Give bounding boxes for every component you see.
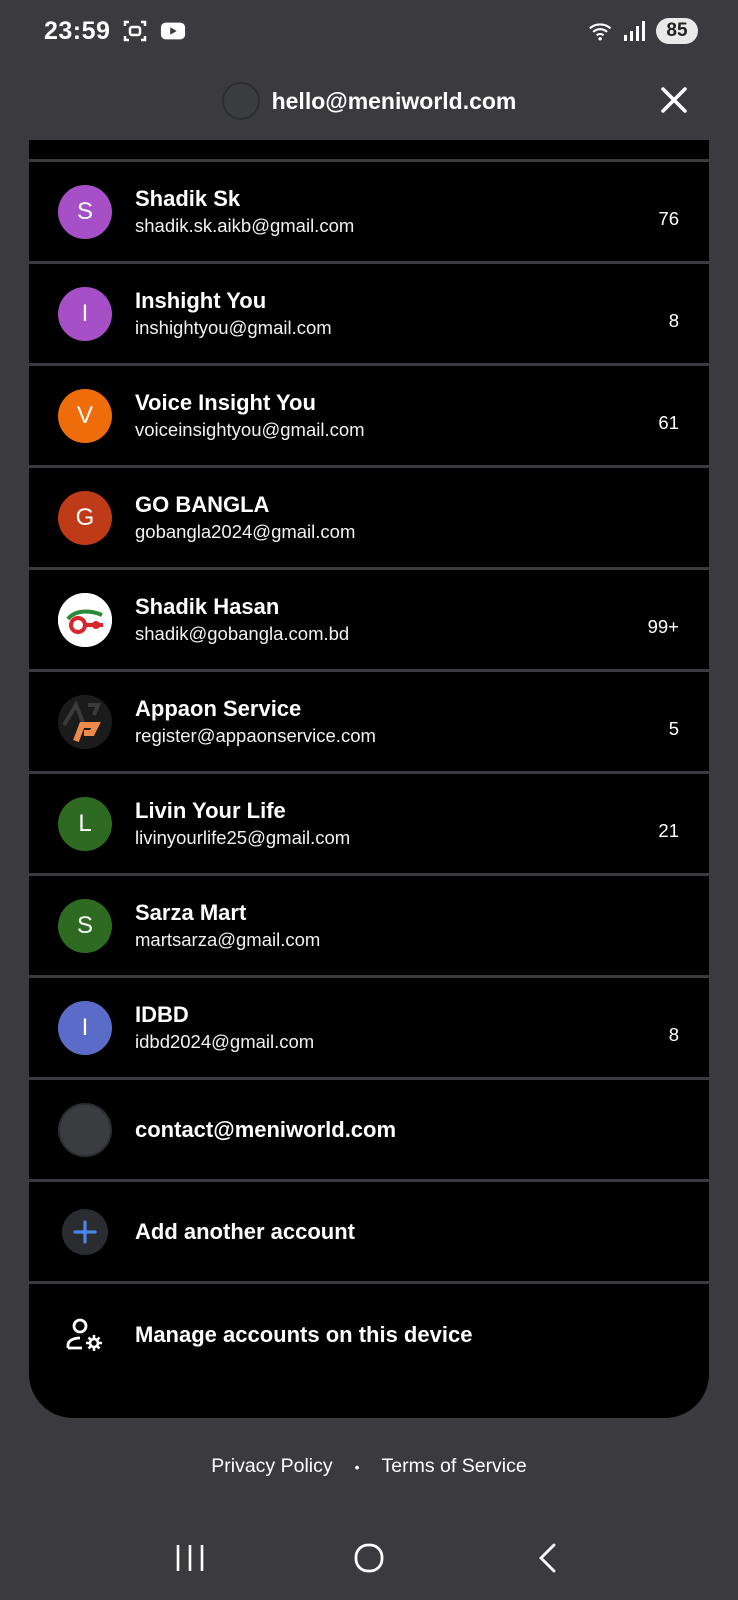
- manage-accounts-label: Manage accounts on this device: [135, 1322, 473, 1347]
- manage-accounts-icon-wrap: [58, 1308, 112, 1362]
- avatar: [58, 1102, 112, 1157]
- unread-count: 21: [658, 819, 679, 841]
- account-row-appaon-service[interactable]: Appaon Service register@appaonservice.co…: [29, 672, 709, 774]
- avatar: G: [58, 490, 112, 545]
- account-email: voiceinsightyou@gmail.com: [135, 418, 365, 440]
- unread-count: 5: [668, 717, 679, 739]
- account-row-idbd[interactable]: I IDBD idbd2024@gmail.com 8: [29, 978, 709, 1080]
- account-row-inshight-you[interactable]: I Inshight You inshightyou@gmail.com 8: [29, 264, 709, 366]
- unread-count: 99+: [647, 615, 679, 637]
- youtube-icon: [160, 18, 186, 44]
- account-email: register@appaonservice.com: [135, 724, 376, 746]
- manage-accounts-button[interactable]: Manage accounts on this device: [29, 1284, 709, 1386]
- go-bangla-logo-avatar: [58, 592, 112, 647]
- account-email: shadik.sk.aikb@gmail.com: [135, 214, 355, 236]
- avatar: L: [58, 796, 112, 851]
- recents-icon: [176, 1545, 203, 1571]
- signal-icon: [622, 18, 648, 44]
- account-email: livinyourlife25@gmail.com: [135, 826, 351, 848]
- account-email: martsarza@gmail.com: [135, 928, 321, 950]
- recents-button[interactable]: [160, 1533, 220, 1583]
- appaon-logo-avatar: [58, 694, 112, 749]
- privacy-policy-link[interactable]: Privacy Policy: [211, 1455, 332, 1478]
- account-name: Shadik Hasan: [135, 593, 280, 619]
- account-name: Inshight You: [135, 287, 267, 313]
- close-icon: [661, 87, 687, 113]
- current-account-email: hello@meniworld.com: [271, 87, 517, 114]
- close-button[interactable]: [656, 82, 692, 118]
- terms-of-service-link[interactable]: Terms of Service: [382, 1455, 527, 1478]
- system-nav-bar: [0, 1525, 738, 1591]
- list-top-edge: [29, 140, 709, 162]
- account-list-card: S Shadik Sk shadik.sk.aikb@gmail.com 76 …: [29, 140, 709, 1418]
- unread-count: 8: [668, 1023, 679, 1045]
- account-name: Voice Insight You: [135, 389, 316, 415]
- manage-accounts-icon: [66, 1318, 102, 1351]
- account-email: inshightyou@gmail.com: [135, 316, 332, 338]
- account-email: shadik@gobangla.com.bd: [135, 622, 350, 644]
- unread-count: 61: [658, 411, 679, 433]
- account-row-go-bangla[interactable]: G GO BANGLA gobangla2024@gmail.com: [29, 468, 709, 570]
- account-email: contact@meniworld.com: [135, 1116, 397, 1142]
- account-row-sarza-mart[interactable]: S Sarza Mart martsarza@gmail.com: [29, 876, 709, 978]
- account-name: Livin Your Life: [135, 797, 286, 823]
- avatar: S: [58, 184, 112, 239]
- account-row-shadik-sk[interactable]: S Shadik Sk shadik.sk.aikb@gmail.com 76: [29, 162, 709, 264]
- avatar: I: [58, 286, 112, 341]
- screen-capture-icon: [122, 18, 148, 44]
- unread-count: 8: [668, 309, 679, 331]
- battery-indicator: 85: [656, 18, 698, 44]
- account-email: gobangla2024@gmail.com: [135, 520, 356, 542]
- account-row-livin-your-life[interactable]: L Livin Your Life livinyourlife25@gmail.…: [29, 774, 709, 876]
- add-icon-circle: [62, 1208, 108, 1255]
- add-account-label: Add another account: [135, 1218, 356, 1244]
- account-name: IDBD: [135, 1001, 189, 1027]
- account-row-shadik-hasan[interactable]: Shadik Hasan shadik@gobangla.com.bd 99+: [29, 570, 709, 672]
- go-bangla-logo-icon: [58, 592, 112, 647]
- account-name: Sarza Mart: [135, 899, 247, 925]
- home-button[interactable]: [339, 1533, 399, 1583]
- account-row-voice-insight-you[interactable]: V Voice Insight You voiceinsightyou@gmai…: [29, 366, 709, 468]
- plus-icon: [73, 1219, 97, 1244]
- account-email: idbd2024@gmail.com: [135, 1030, 315, 1052]
- avatar: S: [58, 898, 112, 953]
- status-bar: 23:59 85: [0, 0, 738, 62]
- back-button[interactable]: [518, 1533, 578, 1583]
- current-account-avatar: [221, 82, 260, 120]
- account-header: hello@meniworld.com: [0, 62, 738, 140]
- footer-separator: •: [354, 1458, 360, 1475]
- account-row-contact-meniworld[interactable]: contact@meniworld.com: [29, 1080, 709, 1182]
- footer-links: Privacy Policy • Terms of Service: [0, 1455, 738, 1478]
- status-time: 23:59: [44, 16, 111, 45]
- home-icon: [354, 1543, 384, 1573]
- unread-count: 76: [658, 207, 679, 229]
- avatar: V: [58, 388, 112, 443]
- add-another-account-button[interactable]: Add another account: [29, 1182, 709, 1284]
- account-name: Shadik Sk: [135, 185, 241, 211]
- account-name: Appaon Service: [135, 695, 302, 721]
- appaon-logo-icon: [58, 694, 112, 749]
- avatar: I: [58, 1000, 112, 1055]
- account-name: GO BANGLA: [135, 491, 270, 517]
- wifi-icon: [588, 18, 614, 44]
- back-icon: [539, 1543, 556, 1573]
